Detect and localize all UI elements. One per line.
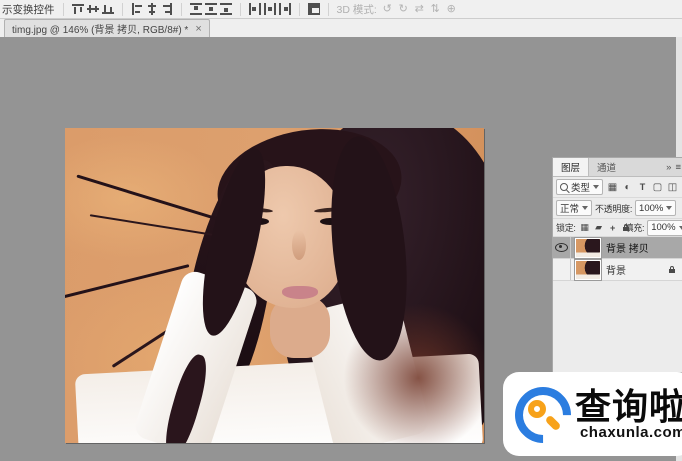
layer-row-background-copy[interactable]: 背景 拷贝 — [553, 237, 682, 259]
eye-icon — [555, 243, 568, 252]
layer-row-background[interactable]: 背景 — [553, 259, 682, 281]
chevron-down-icon — [582, 206, 588, 210]
collapse-panel-icon[interactable]: » — [666, 162, 671, 173]
separator — [328, 3, 329, 16]
separator — [63, 3, 64, 16]
distribute-vertical-centers-icon[interactable] — [205, 3, 217, 15]
align-bottom-edges-icon[interactable] — [102, 3, 114, 15]
drag-3d-icon[interactable] — [413, 3, 426, 16]
align-horizontal-centers-icon[interactable] — [146, 3, 158, 15]
align-vertical-group — [72, 3, 114, 15]
tab-channels[interactable]: 通道 — [589, 158, 624, 176]
align-horizontal-group — [131, 3, 173, 15]
layer-thumbnail[interactable] — [575, 238, 601, 258]
separator — [122, 3, 123, 16]
mode-3d-group — [381, 3, 458, 16]
document-tab-title: timg.jpg @ 146% (背景 拷贝, RGB/8#) * — [12, 21, 188, 36]
lock-row: 锁定: 填充: 100% — [553, 219, 682, 237]
distribute-vertical-group — [190, 3, 232, 15]
layer-name: 背景 — [606, 262, 626, 277]
chevron-down-icon — [666, 206, 672, 210]
separator — [181, 3, 182, 16]
auto-align-group — [308, 3, 320, 15]
roll-3d-icon[interactable] — [397, 3, 410, 16]
smart-object-filter-icon[interactable] — [666, 181, 679, 194]
align-left-edges-icon[interactable] — [131, 3, 143, 15]
photo-nose — [292, 230, 306, 260]
layer-filter-row: 类型 — [553, 177, 682, 198]
filter-type-label: 类型 — [571, 180, 590, 194]
adjustment-layer-filter-icon[interactable] — [621, 181, 634, 194]
document-tab-bar: timg.jpg @ 146% (背景 拷贝, RGB/8#) * × — [0, 19, 682, 37]
type-layer-filter-icon[interactable] — [636, 181, 649, 194]
panel-menu-icon[interactable]: ≡ — [675, 162, 681, 173]
scale-3d-icon[interactable] — [445, 3, 458, 16]
panel-tab-bar: 图层 通道 » ≡ — [553, 158, 682, 177]
watermark-domain: chaxunla.com — [580, 424, 682, 441]
canvas-image[interactable] — [65, 128, 484, 443]
watermark: 查询啦 chaxunla.com — [503, 372, 682, 456]
align-right-edges-icon[interactable] — [161, 3, 173, 15]
visibility-toggle[interactable] — [553, 237, 571, 258]
chevron-down-icon — [679, 226, 682, 230]
chevron-down-icon — [593, 185, 599, 189]
distribute-right-edges-icon[interactable] — [279, 3, 291, 15]
layer-filter-select[interactable]: 类型 — [556, 179, 603, 195]
opacity-value[interactable]: 100% — [635, 200, 676, 216]
photo-lips — [282, 286, 318, 299]
auto-align-layers-icon[interactable] — [308, 3, 320, 15]
distribute-bottom-edges-icon[interactable] — [220, 3, 232, 15]
lock-transparent-icon[interactable] — [579, 222, 591, 234]
align-top-edges-icon[interactable] — [72, 3, 84, 15]
opacity-label: 不透明度: — [595, 202, 632, 215]
layer-name: 背景 拷贝 — [606, 240, 649, 255]
filter-icons — [606, 181, 679, 194]
magnifier-icon — [560, 183, 568, 191]
options-bar: 示变换控件 3D 模式: — [0, 0, 682, 19]
distribute-top-edges-icon[interactable] — [190, 3, 202, 15]
slide-3d-icon[interactable] — [429, 3, 442, 16]
lock-position-icon[interactable] — [607, 222, 619, 234]
layers-panel: 图层 通道 » ≡ 类型 正常 不透明度: 100% 锁定: 填充: 100% — [552, 157, 682, 373]
tab-layers[interactable]: 图层 — [553, 158, 589, 176]
lock-icon — [668, 265, 677, 274]
separator — [240, 3, 241, 16]
blend-mode-row: 正常 不透明度: 100% — [553, 198, 682, 219]
visibility-toggle[interactable] — [553, 259, 571, 280]
lock-brush-icon[interactable] — [593, 222, 605, 234]
chaxunla-logo-icon — [513, 385, 571, 443]
logo-magnifier-lens — [528, 400, 546, 418]
mode-3d-label: 3D 模式: — [337, 2, 377, 17]
photo-hair-strand — [65, 264, 189, 299]
align-vertical-centers-icon[interactable] — [87, 3, 99, 15]
watermark-brand: 查询啦 — [575, 388, 682, 426]
lock-icons — [579, 222, 619, 234]
layer-thumbnail[interactable] — [575, 260, 601, 280]
show-transform-controls-label: 示变换控件 — [2, 2, 55, 17]
document-tab[interactable]: timg.jpg @ 146% (背景 拷贝, RGB/8#) * × — [4, 19, 210, 37]
distribute-left-edges-icon[interactable] — [249, 3, 261, 15]
shape-layer-filter-icon[interactable] — [651, 181, 664, 194]
fill-value[interactable]: 100% — [647, 220, 682, 236]
separator — [299, 3, 300, 16]
blend-mode-value: 正常 — [560, 201, 579, 215]
blend-mode-select[interactable]: 正常 — [556, 200, 592, 216]
lock-label: 锁定: — [556, 221, 576, 234]
distribute-horizontal-centers-icon[interactable] — [264, 3, 276, 15]
pixel-layer-filter-icon[interactable] — [606, 181, 619, 194]
rotate-3d-icon[interactable] — [381, 3, 394, 16]
close-tab-icon[interactable]: × — [195, 24, 201, 34]
distribute-horizontal-group — [249, 3, 291, 15]
